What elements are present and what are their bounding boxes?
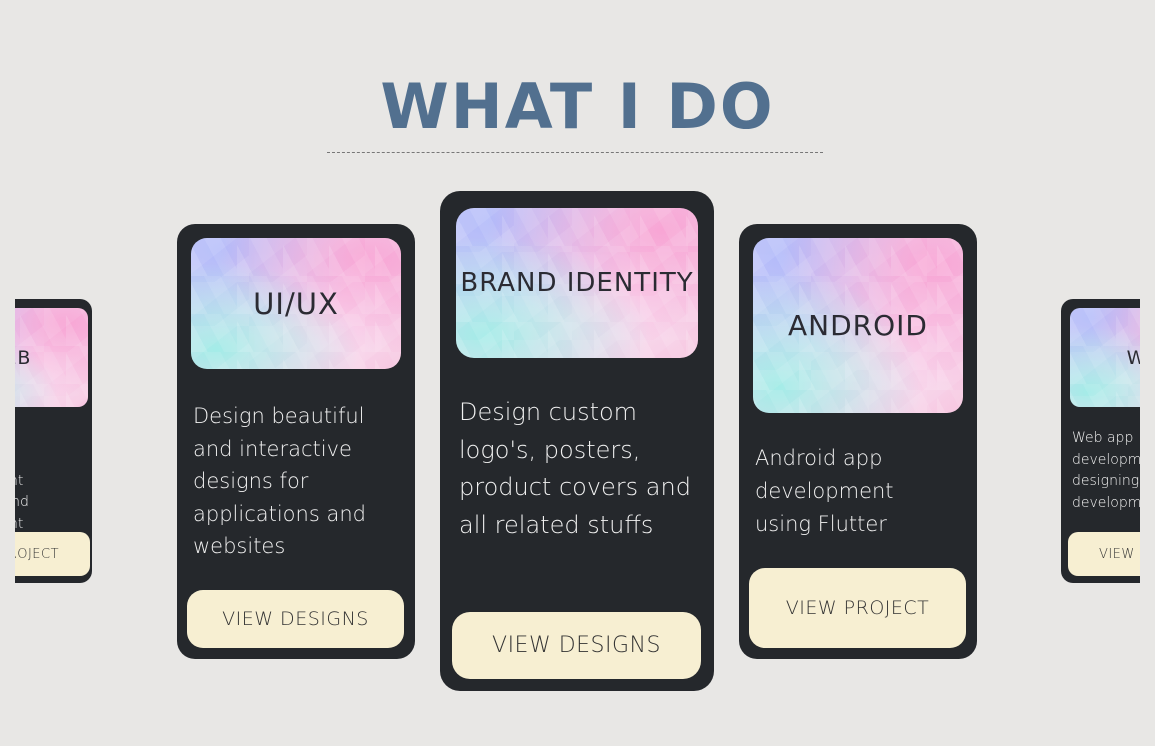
card-uiux: UI/UX Design beautiful and interactive d…: [177, 224, 415, 659]
card-brand-identity-image: BRAND IDENTITY: [456, 208, 698, 358]
card-web-right-image: WEB: [1070, 308, 1140, 407]
card-android-image: ANDROID: [753, 238, 963, 413]
card-web-left-view-project-button[interactable]: VIEW PROJECT: [15, 532, 90, 576]
card-android: ANDROID Android app development using Fl…: [739, 224, 977, 659]
card-android-description: Android app development using Flutter: [755, 446, 894, 536]
card-web-left-image: WEB: [15, 308, 88, 407]
card-uiux-description: Design beautiful and interactive designs…: [193, 404, 366, 558]
services-carousel[interactable]: WEB Web app development designing and de…: [15, 0, 1140, 746]
card-web-right-description: Web app development designing and develo…: [1072, 430, 1140, 511]
card-web-right: WEB Web app development designing and de…: [1061, 299, 1140, 583]
card-android-view-project-button[interactable]: VIEW PROJECT: [749, 568, 966, 648]
card-web-right-view-project-button[interactable]: VIEW PROJECT: [1068, 532, 1140, 576]
card-web-right-image-label: WEB: [1126, 346, 1140, 369]
card-web-left-image-label: WEB: [15, 346, 32, 369]
card-brand-identity: BRAND IDENTITY Design custom logo's, pos…: [440, 191, 714, 691]
card-uiux-image: UI/UX: [191, 238, 401, 369]
card-brand-identity-image-label: BRAND IDENTITY: [460, 268, 694, 298]
card-web-left: WEB Web app development designing and de…: [15, 299, 92, 583]
card-web-left-description: Web app development designing and develo…: [15, 472, 29, 532]
card-uiux-image-label: UI/UX: [253, 286, 339, 321]
card-brand-identity-view-designs-button[interactable]: VIEW DESIGNS: [452, 612, 701, 679]
card-uiux-view-designs-button[interactable]: VIEW DESIGNS: [187, 590, 404, 648]
card-brand-identity-description: Design custom logo's, posters, product c…: [459, 398, 691, 539]
card-android-image-label: ANDROID: [788, 309, 928, 342]
